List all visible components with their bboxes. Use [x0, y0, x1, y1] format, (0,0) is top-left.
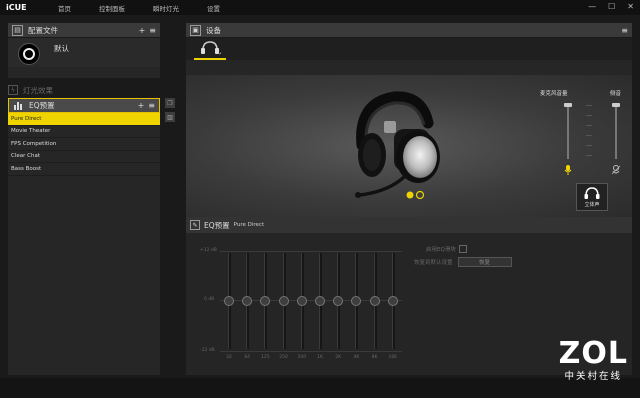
app-brand: iCUE — [6, 3, 27, 12]
headset-device-tab[interactable] — [194, 40, 226, 60]
devices-header: ▣ 设备 ≡ — [186, 23, 632, 38]
eq-band-frequency: 250 — [279, 355, 288, 360]
db-label-top: +12 dB — [200, 248, 217, 253]
eq-preset-item[interactable]: Clear Chat — [8, 151, 160, 163]
eq-band-frequency: 1K — [317, 355, 323, 360]
eq-preset-item[interactable]: Bass Boost — [8, 163, 160, 176]
sidetone-label: 侧音 — [610, 91, 622, 97]
add-preset-button[interactable]: + — [138, 101, 145, 110]
eq-preset-name: Pure Direct — [233, 222, 265, 228]
profile-menu-button[interactable]: ≡ — [149, 26, 156, 35]
reset-option: 恢复到默认设置 恢复 — [414, 257, 512, 267]
eq-panel-title: EQ预置 — [204, 220, 230, 230]
equalizer-icon — [13, 100, 24, 111]
sidetone-knob[interactable] — [612, 103, 620, 107]
close-button[interactable]: ✕ — [627, 2, 634, 11]
sidetone-slider[interactable] — [615, 103, 617, 159]
eq-slider-option: 启用EQ滑块 — [426, 245, 467, 253]
eq-presets-header: EQ预置 + ≡ — [8, 98, 160, 113]
zol-tagline: 中关村在线 — [564, 371, 623, 382]
eq-band-knob[interactable] — [224, 296, 234, 306]
eq-band-frequency: 125 — [261, 355, 270, 360]
eq-preset-item[interactable]: Movie Theater — [8, 126, 160, 138]
surround-toggle-button[interactable]: 立体声 — [576, 183, 608, 211]
profiles-title: 配置文件 — [28, 25, 58, 35]
lightning-icon: ϟ — [8, 85, 18, 95]
device-icon: ▣ — [190, 24, 201, 36]
eq-band-knob[interactable] — [387, 296, 398, 306]
mic-volume-knob[interactable] — [564, 103, 572, 107]
headset-thumbnail-icon — [201, 41, 221, 55]
nav-home[interactable]: 首页 — [58, 3, 71, 13]
eq-band-knob[interactable] — [296, 296, 307, 306]
window-controls: — ☐ ✕ — [588, 2, 634, 11]
eq-band-frequency: 64 — [244, 355, 251, 360]
eq-band-knob[interactable] — [369, 296, 380, 306]
devices-menu-button[interactable]: ≡ — [621, 26, 628, 35]
mic-volume-slider[interactable] — [567, 103, 569, 159]
profile-icon: ▤ — [12, 24, 23, 36]
eq-preset-item[interactable]: Pure Direct — [8, 113, 160, 126]
eq-band-knob[interactable] — [242, 296, 253, 306]
eq-slider-checkbox[interactable] — [458, 245, 467, 253]
profile-item[interactable]: 默认 — [8, 38, 160, 67]
reset-label: 恢复到默认设置 — [414, 260, 453, 266]
edit-icon: ✎ — [190, 220, 200, 230]
eq-band-knob[interactable] — [260, 296, 271, 306]
reset-button[interactable]: 恢复 — [457, 257, 512, 267]
eq-presets-panel: EQ预置 + ≡ Pure Direct Movie Theater FPS C… — [8, 98, 160, 375]
top-bar: iCUE 首页 控制面板 瞬时灯光 设置 — ☐ ✕ — [0, 0, 640, 15]
zol-logo: ZOL — [558, 336, 628, 371]
lighting-effects-row[interactable]: ϟ 灯光效果 — [8, 83, 160, 97]
zol-watermark: ZOL 中关村在线 — [558, 336, 628, 383]
sidetone-icon[interactable] — [611, 165, 621, 175]
eq-band-knob[interactable] — [333, 296, 344, 306]
nav-settings[interactable]: 设置 — [207, 3, 220, 13]
eq-band-frequency: 4K — [353, 355, 360, 360]
corsair-logo-icon — [18, 43, 40, 65]
eq-band-knob[interactable] — [351, 296, 362, 306]
device-stage: 麦克风音量 侧音 — [186, 75, 632, 217]
nav-instant-lighting[interactable]: 瞬时灯光 — [153, 3, 179, 13]
preset-menu-button[interactable]: ≡ — [148, 101, 155, 110]
eq-panel-header: ✎ EQ预置 Pure Direct — [186, 217, 632, 233]
eq-band-frequency: 32 — [226, 355, 232, 360]
mic-volume-label: 麦克风音量 — [540, 91, 568, 97]
surround-label: 立体声 — [584, 201, 600, 208]
devices-title: 设备 — [206, 25, 221, 35]
nav-dashboard[interactable]: 控制面板 — [99, 3, 125, 13]
eq-preset-item[interactable]: FPS Competition — [8, 138, 160, 151]
device-strip — [186, 38, 632, 60]
headphones-icon — [584, 186, 600, 199]
eq-slider-option-label: 启用EQ滑块 — [426, 247, 456, 253]
lighting-label: 灯光效果 — [23, 85, 53, 95]
eq-band-knob[interactable] — [315, 296, 325, 306]
db-label-bottom: -12 dB — [200, 348, 215, 353]
devices-panel: ▣ 设备 ≡ — [186, 23, 632, 75]
eq-band-frequency: 16K — [388, 355, 398, 360]
delete-icon[interactable]: ▥ — [165, 112, 175, 122]
eq-band-frequency: 8K — [371, 355, 378, 360]
eq-band-frequency: 500 — [297, 355, 307, 360]
db-label-mid: 0 dB — [204, 297, 215, 302]
copy-icon[interactable]: ❐ — [165, 98, 175, 108]
status-strip — [0, 378, 640, 398]
headset-image — [355, 91, 440, 200]
profiles-header: ▤ 配置文件 + ≡ — [8, 23, 160, 38]
microphone-icon[interactable] — [564, 165, 572, 175]
eq-band-frequency: 2K — [335, 355, 342, 360]
maximize-button[interactable]: ☐ — [608, 2, 615, 11]
minimize-button[interactable]: — — [588, 2, 596, 11]
add-profile-button[interactable]: + — [139, 26, 146, 35]
profiles-panel: ▤ 配置文件 + ≡ 默认 — [8, 23, 160, 78]
eq-presets-title: EQ预置 — [29, 101, 55, 110]
preset-side-tools: ❐ ▥ — [165, 98, 177, 122]
profile-name: 默认 — [54, 44, 69, 53]
eq-band-knob[interactable] — [278, 296, 289, 306]
